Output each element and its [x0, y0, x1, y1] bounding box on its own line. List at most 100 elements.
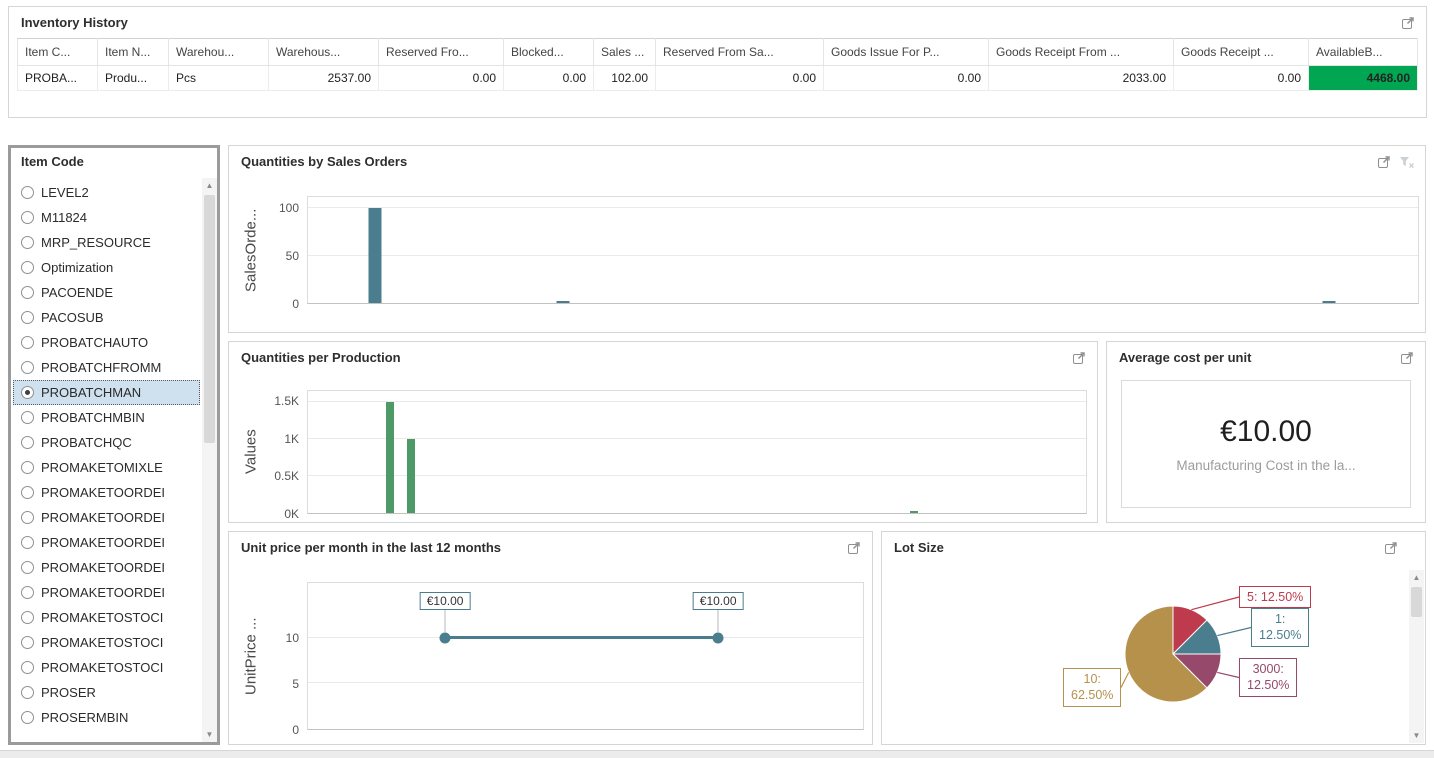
y-tick-label: 10: [286, 631, 299, 645]
lot-size-pie: [1113, 594, 1233, 714]
y-tick-label: 1.5K: [274, 394, 299, 408]
item-code-label: PROMAKETOSTOCI: [41, 635, 163, 650]
item-code-option[interactable]: PROMAKETOORDEI: [13, 530, 200, 555]
bar[interactable]: [557, 301, 570, 303]
item-code-option[interactable]: PROMAKETOSTOCI: [13, 605, 200, 630]
item-code-option[interactable]: PROSER: [13, 680, 200, 705]
item-code-option[interactable]: Optimization: [13, 255, 200, 280]
export-icon[interactable]: [1376, 154, 1392, 170]
bar[interactable]: [386, 402, 394, 513]
pie-label-5: 5: 12.50%: [1239, 586, 1311, 608]
item-code-label: PROMAKETOSTOCI: [41, 610, 163, 625]
y-tick-label: 0: [292, 297, 299, 311]
average-cost-header: Average cost per unit: [1107, 342, 1425, 366]
item-code-option[interactable]: PROMAKETOORDEI: [13, 480, 200, 505]
export-icon[interactable]: [1071, 350, 1087, 366]
gridline: [308, 401, 1086, 402]
export-icon[interactable]: [1383, 540, 1399, 556]
item-code-option[interactable]: PROMAKETOSTOCI: [13, 655, 200, 680]
item-code-option[interactable]: PACOSUB: [13, 305, 200, 330]
column-header-blocked[interactable]: Blocked...: [504, 39, 594, 66]
radio-icon: [21, 436, 34, 449]
item-code-option[interactable]: PROMAKETOSTOCI: [13, 630, 200, 655]
y-tick-label: 0K: [284, 507, 299, 521]
item-code-option[interactable]: PROMAKETOORDEI: [13, 555, 200, 580]
clear-filter-icon[interactable]: [1398, 154, 1415, 170]
item-code-label: PROMAKETOSTOCI: [41, 660, 163, 675]
export-icon[interactable]: [1399, 350, 1415, 366]
pie-label-10: 10:62.50%: [1063, 668, 1121, 707]
inventory-table-row[interactable]: PROBA... Produ... Pcs 2537.00 0.00 0.00 …: [18, 66, 1418, 91]
item-code-option[interactable]: PROBATCHMBIN: [13, 405, 200, 430]
inventory-history-panel: Inventory History Item C...: [8, 6, 1427, 118]
gridline: [308, 255, 1418, 256]
data-point[interactable]: [440, 632, 451, 643]
item-code-option[interactable]: PROBATCHFROMM: [13, 355, 200, 380]
lot-size-header: Lot Size: [882, 532, 1425, 556]
scroll-down-icon[interactable]: ▼: [1409, 728, 1424, 743]
radio-icon: [21, 586, 34, 599]
available-cell: 4468.00: [1309, 66, 1418, 91]
scroll-thumb[interactable]: [204, 195, 215, 443]
scroll-thumb[interactable]: [1411, 587, 1422, 617]
column-header-reserved-from-sales[interactable]: Reserved From Sa...: [656, 39, 824, 66]
column-header-goods-receipt[interactable]: Goods Receipt ...: [1174, 39, 1309, 66]
window-bottom-edge: [0, 750, 1434, 758]
bar[interactable]: [407, 439, 415, 513]
column-header-warehouse-uom[interactable]: Warehou...: [169, 39, 269, 66]
item-code-option[interactable]: MRP_RESOURCE: [13, 230, 200, 255]
column-header-available[interactable]: AvailableB...: [1309, 39, 1418, 66]
column-header-warehouse-qty[interactable]: Warehous...: [269, 39, 379, 66]
radio-icon: [21, 211, 34, 224]
pie-callout-line: [1217, 628, 1251, 636]
radio-icon: [21, 661, 34, 674]
item-code-option[interactable]: PROMAKETOORDEI: [13, 580, 200, 605]
item-code-label: Optimization: [41, 260, 113, 275]
bar[interactable]: [1323, 301, 1336, 303]
export-icon[interactable]: [1400, 15, 1416, 31]
item-code-option[interactable]: PROMAKETOORDEI: [13, 505, 200, 530]
item-code-option[interactable]: PROBATCHMAN: [13, 380, 200, 405]
scroll-up-icon[interactable]: ▲: [1409, 570, 1424, 585]
production-header: Quantities per Production: [229, 342, 1097, 366]
column-header-item-name[interactable]: Item N...: [98, 39, 169, 66]
y-axis-ticks: 0510: [261, 582, 307, 730]
item-code-option[interactable]: LEVEL2: [13, 180, 200, 205]
cell-reserved-from-sales: 0.00: [656, 66, 824, 91]
bar[interactable]: [368, 208, 381, 303]
item-code-option[interactable]: M11824: [13, 205, 200, 230]
item-code-option[interactable]: PROSERMBIN: [13, 705, 200, 730]
item-code-label: PROSERMBIN: [41, 710, 128, 725]
column-header-item-code[interactable]: Item C...: [18, 39, 98, 66]
item-code-option[interactable]: PACOENDE: [13, 280, 200, 305]
item-code-label: PROBATCHFROMM: [41, 360, 161, 375]
panel-title: Quantities by Sales Orders: [241, 154, 407, 169]
radio-icon: [21, 611, 34, 624]
column-header-reserved-from[interactable]: Reserved Fro...: [379, 39, 504, 66]
item-code-option[interactable]: PROBATCHQC: [13, 430, 200, 455]
cell-warehouse-uom: Pcs: [169, 66, 269, 91]
column-header-sales[interactable]: Sales ...: [594, 39, 656, 66]
radio-icon: [21, 686, 34, 699]
unit-price-plot: €10.00€10.00: [307, 582, 864, 730]
radio-icon: [21, 461, 34, 474]
radio-icon: [21, 486, 34, 499]
export-icon[interactable]: [846, 540, 862, 556]
scroll-up-icon[interactable]: ▲: [202, 178, 217, 193]
column-header-goods-receipt-from[interactable]: Goods Receipt From ...: [989, 39, 1174, 66]
sales-orders-chart: SalesOrde... 050100: [241, 196, 1419, 304]
scroll-down-icon[interactable]: ▼: [202, 727, 217, 742]
gridline: [308, 438, 1086, 439]
item-code-label: PROMAKETOORDEI: [41, 485, 165, 500]
item-code-option[interactable]: PROBATCHAUTO: [13, 330, 200, 355]
cell-goods-receipt-from: 2033.00: [989, 66, 1174, 91]
average-cost-value: €10.00: [1220, 415, 1312, 449]
item-code-header: Item Code: [11, 148, 217, 169]
item-code-list: LEVEL2M11824MRP_RESOURCE Optimization PACO…: [13, 180, 200, 740]
data-point[interactable]: [713, 632, 724, 643]
cell-reserved-from: 0.00: [379, 66, 504, 91]
column-header-goods-issue[interactable]: Goods Issue For P...: [824, 39, 989, 66]
production-plot: [307, 390, 1087, 514]
item-code-option[interactable]: PROMAKETOMIXLE: [13, 455, 200, 480]
bar[interactable]: [910, 511, 918, 513]
